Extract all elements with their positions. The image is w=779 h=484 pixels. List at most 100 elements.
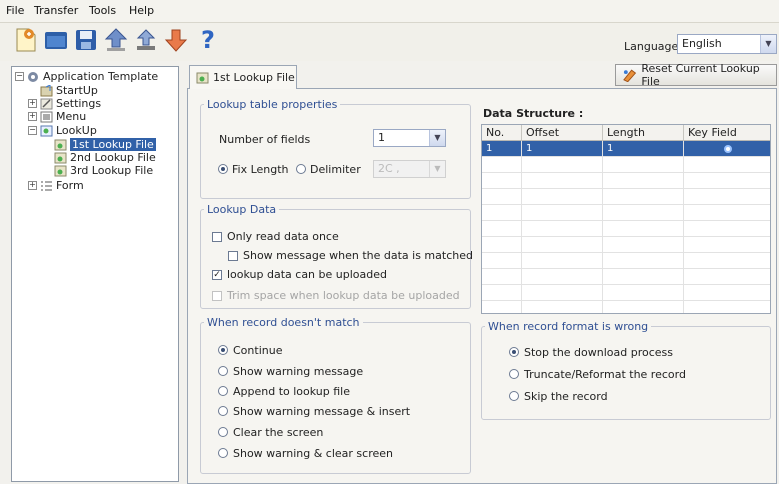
empty-cell bbox=[603, 157, 684, 172]
collapse-icon[interactable]: − bbox=[28, 126, 37, 135]
menu-bar: File Transfer Tools Help bbox=[0, 0, 779, 23]
lookup-file-icon bbox=[54, 165, 67, 176]
new-file-icon bbox=[16, 28, 36, 52]
empty-cell bbox=[482, 285, 522, 300]
key-field-radio[interactable] bbox=[723, 144, 732, 153]
empty-table-row bbox=[482, 269, 770, 285]
table-row[interactable]: 1 1 1 bbox=[482, 141, 770, 157]
no-match-option-radio[interactable] bbox=[218, 345, 228, 355]
reset-current-lookup-file-button[interactable]: Reset Current Lookup File bbox=[615, 62, 777, 88]
no-match-option-radio[interactable] bbox=[218, 406, 228, 416]
empty-cell bbox=[522, 189, 603, 204]
empty-cell bbox=[522, 221, 603, 236]
only-read-once-label: Only read data once bbox=[227, 230, 339, 243]
language-select[interactable]: English ▼ bbox=[677, 34, 777, 54]
chevron-down-icon: ▼ bbox=[760, 35, 776, 53]
no-match-option-radio[interactable] bbox=[218, 448, 228, 458]
empty-cell bbox=[684, 285, 770, 300]
tree-item-startup[interactable]: StartUp bbox=[40, 84, 98, 97]
expand-icon[interactable]: + bbox=[28, 112, 37, 121]
trim-space-checkbox[interactable] bbox=[212, 291, 222, 301]
chevron-down-icon: ▼ bbox=[429, 130, 445, 146]
tree-item-label: Settings bbox=[56, 97, 102, 110]
number-of-fields-select[interactable]: 1 ▼ bbox=[373, 129, 446, 147]
empty-table-row bbox=[482, 253, 770, 269]
empty-cell bbox=[684, 189, 770, 204]
wrong-format-option-radio[interactable] bbox=[509, 391, 519, 401]
show-message-checkbox[interactable] bbox=[228, 251, 238, 261]
expand-icon[interactable]: + bbox=[28, 181, 37, 190]
delimiter-label: Delimiter bbox=[310, 163, 361, 176]
empty-cell bbox=[684, 301, 770, 313]
cell-key-field[interactable] bbox=[684, 141, 770, 156]
tree-item-application-template[interactable]: − Application Template bbox=[15, 70, 158, 83]
empty-cell bbox=[522, 301, 603, 313]
wrong-format-option-radio[interactable] bbox=[509, 347, 519, 357]
menu-help[interactable]: Help bbox=[129, 4, 154, 17]
chevron-down-icon: ▼ bbox=[429, 161, 445, 177]
wrong-format-option-label: Truncate/Reformat the record bbox=[524, 368, 686, 381]
empty-cell bbox=[603, 173, 684, 188]
tree-item-settings[interactable]: + Settings bbox=[28, 97, 101, 110]
trim-space-label: Trim space when lookup data be uploaded bbox=[227, 289, 460, 302]
transfer-button[interactable] bbox=[162, 25, 190, 55]
empty-cell bbox=[684, 205, 770, 220]
column-header-key-field[interactable]: Key Field bbox=[684, 125, 770, 141]
empty-cell bbox=[522, 269, 603, 284]
tab-1st-lookup-file[interactable]: 1st Lookup File bbox=[189, 65, 297, 89]
transfer-icon bbox=[164, 29, 188, 52]
delimiter-select[interactable]: 2C , ▼ bbox=[373, 160, 446, 178]
tree-item-2nd-lookup-file[interactable]: 2nd Lookup File bbox=[54, 151, 156, 164]
tree-item-3rd-lookup-file[interactable]: 3rd Lookup File bbox=[54, 164, 153, 177]
collapse-icon[interactable]: − bbox=[15, 72, 24, 81]
empty-table-row bbox=[482, 189, 770, 205]
tree-item-lookup[interactable]: − LookUp bbox=[28, 124, 97, 137]
empty-cell bbox=[482, 253, 522, 268]
save-button[interactable] bbox=[72, 25, 100, 55]
column-header-offset[interactable]: Offset bbox=[522, 125, 603, 141]
group-title: Lookup Data bbox=[207, 203, 277, 216]
number-of-fields-label: Number of fields bbox=[219, 133, 311, 146]
tree-item-label: Application Template bbox=[43, 70, 159, 83]
column-header-no[interactable]: No. bbox=[482, 125, 522, 141]
empty-table-row bbox=[482, 285, 770, 301]
open-button[interactable] bbox=[42, 25, 70, 55]
delimiter-value: 2C , bbox=[378, 162, 400, 175]
menu-transfer[interactable]: Transfer bbox=[34, 4, 78, 17]
empty-cell bbox=[482, 157, 522, 172]
empty-cell bbox=[684, 157, 770, 172]
empty-cell bbox=[522, 285, 603, 300]
tree-item-form[interactable]: + Form bbox=[28, 179, 84, 192]
save-icon bbox=[76, 30, 96, 50]
show-message-label: Show message when the data is matched bbox=[243, 249, 473, 262]
empty-cell bbox=[482, 237, 522, 252]
delimiter-radio[interactable] bbox=[296, 164, 306, 174]
empty-table-row bbox=[482, 157, 770, 173]
empty-cell bbox=[603, 269, 684, 284]
tree-item-label: LookUp bbox=[56, 124, 97, 137]
data-structure-grid[interactable]: No. Offset Length Key Field 1 1 1 bbox=[481, 124, 771, 314]
no-match-option-radio[interactable] bbox=[218, 427, 228, 437]
new-file-button[interactable] bbox=[12, 25, 40, 55]
menu-tools[interactable]: Tools bbox=[89, 4, 116, 17]
expand-icon[interactable]: + bbox=[28, 99, 37, 108]
tree-item-1st-lookup-file[interactable]: 1st Lookup File bbox=[54, 138, 156, 151]
reset-icon bbox=[623, 69, 637, 82]
upload-button[interactable] bbox=[102, 25, 130, 55]
help-button[interactable]: ? bbox=[194, 25, 222, 55]
no-match-option-radio[interactable] bbox=[218, 386, 228, 396]
fix-length-radio[interactable] bbox=[218, 164, 228, 174]
empty-cell bbox=[482, 301, 522, 313]
tree-item-menu[interactable]: + Menu bbox=[28, 110, 86, 123]
empty-cell bbox=[684, 237, 770, 252]
download-button[interactable] bbox=[132, 25, 160, 55]
column-header-length[interactable]: Length bbox=[603, 125, 684, 141]
empty-cell bbox=[684, 221, 770, 236]
can-upload-checkbox[interactable]: ✓ bbox=[212, 270, 222, 280]
no-match-option-radio[interactable] bbox=[218, 366, 228, 376]
empty-cell bbox=[522, 157, 603, 172]
only-read-once-checkbox[interactable] bbox=[212, 232, 222, 242]
menu-file[interactable]: File bbox=[6, 4, 24, 17]
wrong-format-option-radio[interactable] bbox=[509, 369, 519, 379]
download-icon bbox=[136, 29, 156, 50]
